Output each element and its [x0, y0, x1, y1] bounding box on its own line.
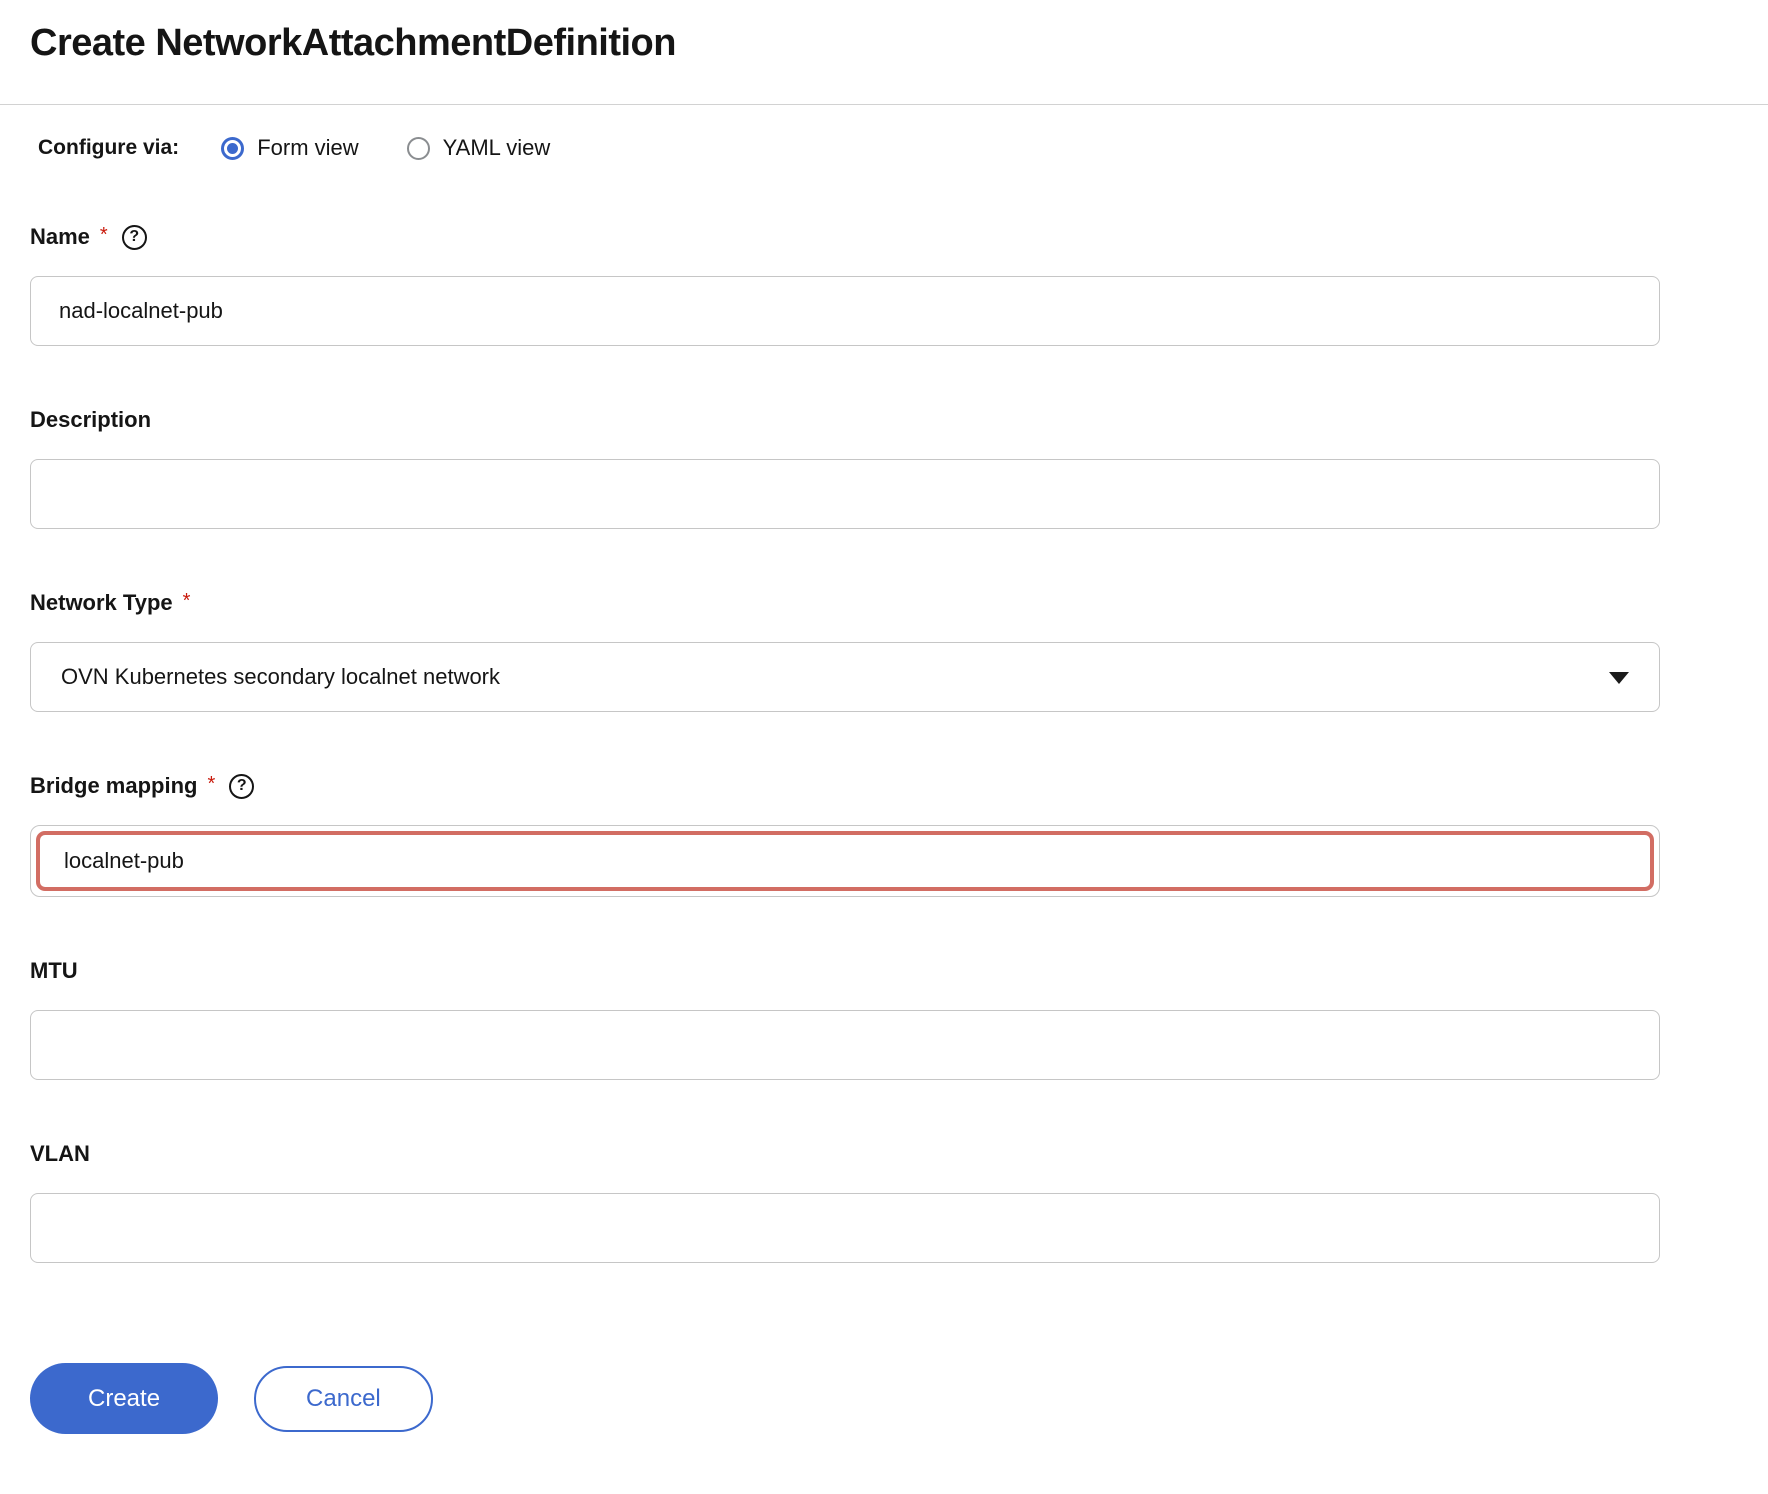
- description-label: Description: [30, 407, 151, 433]
- field-description-label-row: Description: [30, 406, 1660, 434]
- page-title: Create NetworkAttachmentDefinition: [30, 22, 1738, 65]
- network-type-selected-value: OVN Kubernetes secondary localnet networ…: [61, 664, 500, 690]
- radio-form-view-label: Form view: [257, 135, 358, 161]
- page-header: Create NetworkAttachmentDefinition: [0, 0, 1768, 105]
- vlan-input[interactable]: [30, 1193, 1660, 1263]
- field-mtu-label-row: MTU: [30, 957, 1660, 985]
- name-label: Name: [30, 224, 90, 250]
- description-input[interactable]: [30, 459, 1660, 529]
- nad-create-form: Name * ? Description Network Type * OVN …: [0, 163, 1690, 1489]
- name-input[interactable]: [30, 276, 1660, 346]
- radio-selected-icon[interactable]: [221, 137, 244, 160]
- required-asterisk: *: [100, 224, 108, 247]
- bridge-mapping-help-icon[interactable]: ?: [229, 774, 254, 799]
- network-type-label: Network Type: [30, 590, 173, 616]
- field-description: Description: [30, 406, 1660, 529]
- radio-form-view[interactable]: Form view: [221, 135, 358, 161]
- vlan-label: VLAN: [30, 1141, 90, 1167]
- bridge-mapping-label: Bridge mapping: [30, 773, 197, 799]
- radio-yaml-view[interactable]: YAML view: [407, 135, 551, 161]
- field-mtu: MTU: [30, 957, 1660, 1080]
- radio-yaml-view-label: YAML view: [443, 135, 551, 161]
- configure-via-label: Configure via:: [38, 136, 179, 160]
- field-vlan: VLAN: [30, 1140, 1660, 1263]
- cancel-button[interactable]: Cancel: [254, 1366, 433, 1432]
- field-vlan-label-row: VLAN: [30, 1140, 1660, 1168]
- create-button[interactable]: Create: [30, 1363, 218, 1434]
- network-type-select[interactable]: OVN Kubernetes secondary localnet networ…: [30, 642, 1660, 712]
- field-name: Name * ?: [30, 223, 1660, 346]
- bridge-mapping-input-highlight: [30, 825, 1660, 897]
- caret-down-icon: [1609, 672, 1629, 684]
- name-help-icon[interactable]: ?: [122, 225, 147, 250]
- configure-via-toolbar: Configure via: Form view YAML view: [0, 105, 1768, 163]
- field-name-label-row: Name * ?: [30, 223, 1660, 251]
- bridge-mapping-input[interactable]: [36, 831, 1654, 891]
- mtu-input[interactable]: [30, 1010, 1660, 1080]
- radio-unselected-icon[interactable]: [407, 137, 430, 160]
- field-bridge-mapping-label-row: Bridge mapping * ?: [30, 772, 1660, 800]
- field-network-type-label-row: Network Type *: [30, 589, 1660, 617]
- field-bridge-mapping: Bridge mapping * ?: [30, 772, 1660, 897]
- required-asterisk: *: [183, 590, 191, 613]
- required-asterisk: *: [207, 773, 215, 796]
- mtu-label: MTU: [30, 958, 78, 984]
- form-actions: Create Cancel: [30, 1363, 1690, 1489]
- field-network-type: Network Type * OVN Kubernetes secondary …: [30, 589, 1660, 712]
